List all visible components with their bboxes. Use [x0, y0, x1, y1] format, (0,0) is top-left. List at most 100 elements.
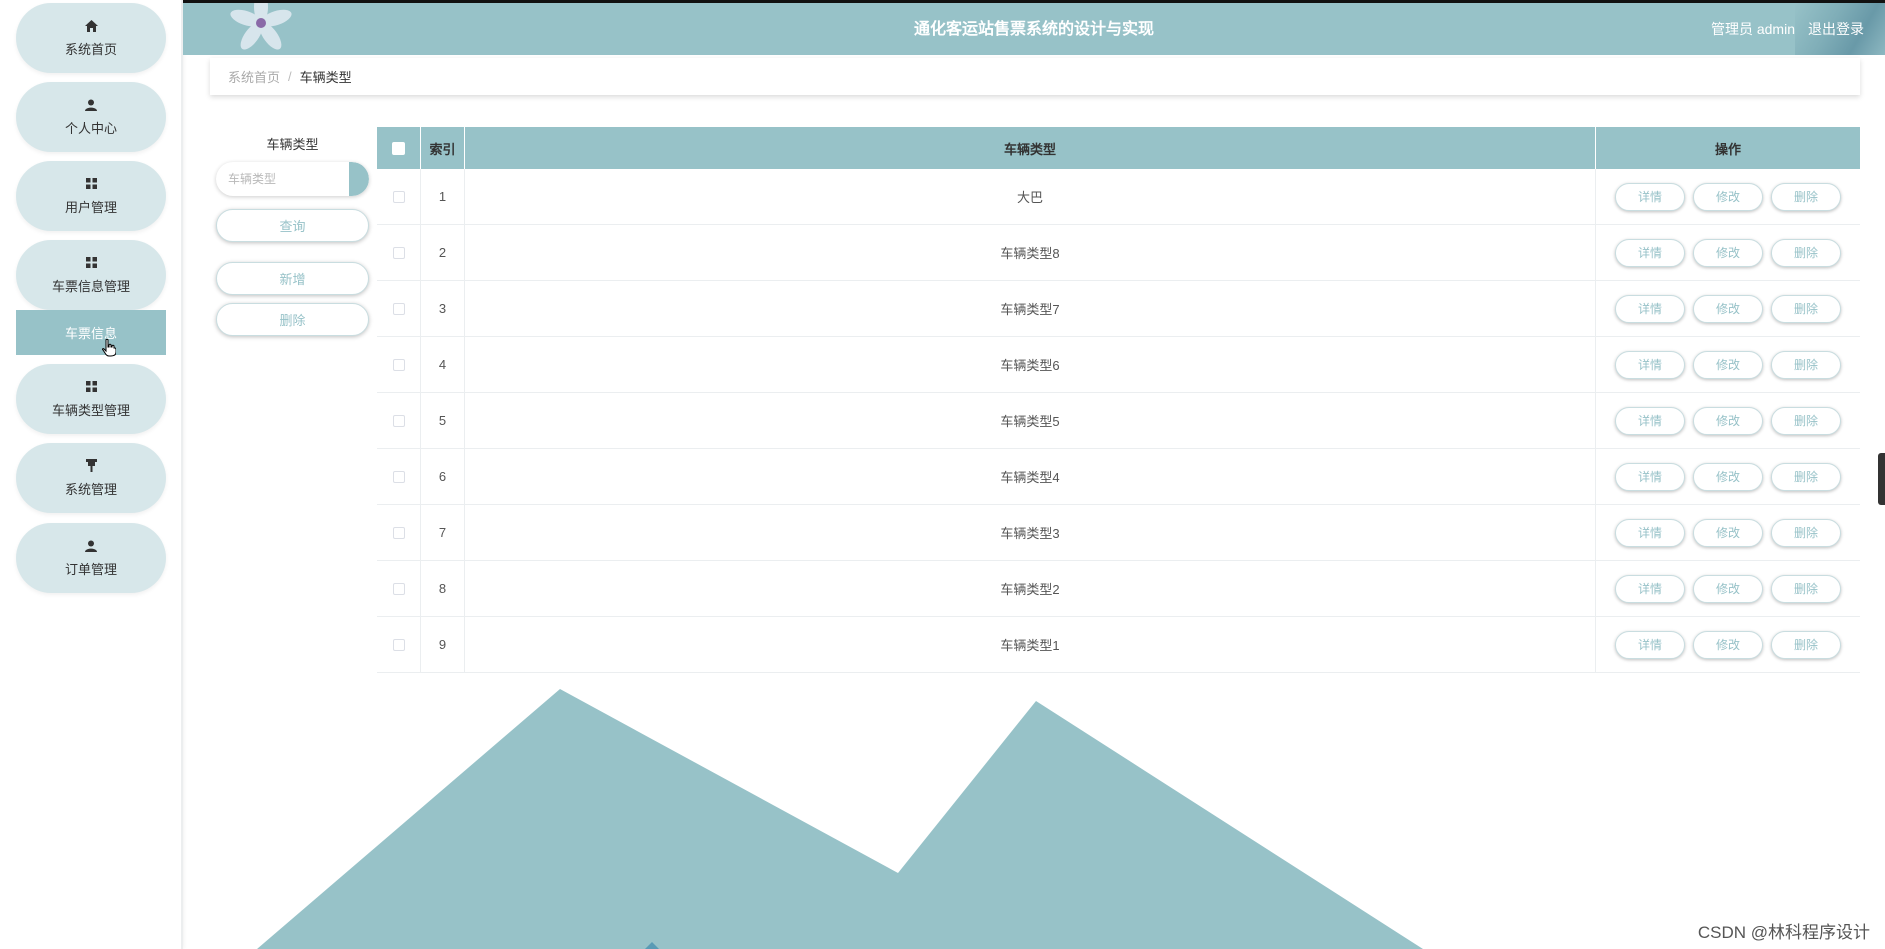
row-operations: 详情 修改 删除 — [1596, 337, 1860, 392]
sidebar-subitem-ticket-info[interactable]: 车票信息 — [16, 310, 166, 357]
row-vehicle-type: 车辆类型3 — [465, 505, 1596, 560]
sidebar-item-system[interactable]: 系统管理 — [16, 443, 166, 513]
row-checkbox[interactable] — [392, 302, 405, 315]
edit-button[interactable]: 修改 — [1693, 630, 1763, 659]
edit-button[interactable]: 修改 — [1693, 462, 1763, 491]
table-row: 3 车辆类型7 详情 修改 删除 — [377, 281, 1860, 337]
delete-button[interactable]: 删除 — [1771, 462, 1841, 491]
edit-button[interactable]: 修改 — [1693, 182, 1763, 211]
row-select-cell — [377, 393, 421, 448]
edit-button[interactable]: 修改 — [1693, 238, 1763, 267]
sidebar-item-vehicle-type-management[interactable]: 车辆类型管理 — [16, 364, 166, 434]
row-select-cell — [377, 449, 421, 504]
detail-button[interactable]: 详情 — [1615, 350, 1685, 379]
search-input[interactable] — [216, 162, 346, 196]
table-row: 2 车辆类型8 详情 修改 删除 — [377, 225, 1860, 281]
header-select-all-cell — [377, 127, 421, 169]
delete-button[interactable]: 删除 — [1771, 182, 1841, 211]
table-row: 6 车辆类型4 详情 修改 删除 — [377, 449, 1860, 505]
delete-button[interactable]: 删除 — [1771, 630, 1841, 659]
table-row: 7 车辆类型3 详情 修改 删除 — [377, 505, 1860, 561]
row-select-cell — [377, 561, 421, 616]
search-label: 车辆类型 — [266, 137, 319, 152]
row-select-cell — [377, 281, 421, 336]
edit-button[interactable]: 修改 — [1693, 518, 1763, 547]
row-index: 7 — [421, 505, 465, 560]
sidebar-item-label: 订单管理 — [64, 561, 117, 577]
row-index: 1 — [421, 169, 465, 224]
search-input-accent — [349, 162, 369, 196]
grid-icon — [84, 380, 98, 394]
delete-button[interactable]: 删除 — [1771, 294, 1841, 323]
edit-button[interactable]: 修改 — [1693, 574, 1763, 603]
row-operations: 详情 修改 删除 — [1596, 169, 1860, 224]
delete-button[interactable]: 删除 — [1771, 406, 1841, 435]
breadcrumb-home[interactable]: 系统首页 — [228, 67, 280, 86]
edit-button[interactable]: 修改 — [1693, 294, 1763, 323]
detail-button[interactable]: 详情 — [1615, 574, 1685, 603]
mountains-decoration — [257, 689, 1423, 949]
delete-button[interactable]: 删除 — [1771, 574, 1841, 603]
row-checkbox[interactable] — [392, 358, 405, 371]
detail-button[interactable]: 详情 — [1615, 462, 1685, 491]
home-icon — [84, 19, 98, 33]
detail-button[interactable]: 详情 — [1615, 294, 1685, 323]
hand-cursor-icon — [102, 339, 116, 357]
breadcrumb: 系统首页 / 车辆类型 — [210, 58, 1860, 95]
delete-button[interactable]: 删除 — [1771, 238, 1841, 267]
delete-button[interactable]: 删除 — [1771, 518, 1841, 547]
breadcrumb-current: 车辆类型 — [299, 70, 352, 85]
batch-delete-button[interactable]: 删除 — [216, 303, 369, 336]
detail-button[interactable]: 详情 — [1615, 238, 1685, 267]
grid-icon — [84, 256, 98, 270]
row-select-cell — [377, 225, 421, 280]
row-vehicle-type: 车辆类型5 — [465, 393, 1596, 448]
row-index: 5 — [421, 393, 465, 448]
user-icon — [84, 539, 98, 553]
edit-button[interactable]: 修改 — [1693, 406, 1763, 435]
row-index: 6 — [421, 449, 465, 504]
select-all-checkbox[interactable] — [392, 141, 405, 155]
page-title: 通化客运站售票系统的设计与实现 — [913, 19, 1154, 38]
sidebar-item-profile[interactable]: 个人中心 — [16, 82, 166, 152]
edit-button[interactable]: 修改 — [1693, 350, 1763, 379]
row-checkbox[interactable] — [392, 414, 405, 427]
breadcrumb-separator: / — [288, 69, 292, 84]
query-button[interactable]: 查询 — [216, 209, 369, 242]
detail-button[interactable]: 详情 — [1615, 630, 1685, 659]
row-checkbox[interactable] — [392, 526, 405, 539]
grid-icon — [84, 177, 98, 191]
row-checkbox[interactable] — [392, 638, 405, 651]
detail-button[interactable]: 详情 — [1615, 182, 1685, 211]
table-header: 索引 车辆类型 操作 — [377, 127, 1860, 169]
row-operations: 详情 修改 删除 — [1596, 561, 1860, 616]
sidebar-item-orders[interactable]: 订单管理 — [16, 523, 166, 593]
row-vehicle-type: 大巴 — [465, 169, 1596, 224]
row-index: 8 — [421, 561, 465, 616]
row-checkbox[interactable] — [392, 246, 405, 259]
sidebar-item-home[interactable]: 系统首页 — [16, 3, 166, 73]
sidebar-item-users[interactable]: 用户管理 — [16, 161, 166, 231]
sidebar-item-ticket-management[interactable]: 车票信息管理 — [16, 240, 166, 310]
row-operations: 详情 修改 删除 — [1596, 393, 1860, 448]
add-button[interactable]: 新增 — [216, 262, 369, 295]
row-checkbox[interactable] — [392, 470, 405, 483]
delete-button[interactable]: 删除 — [1771, 350, 1841, 379]
row-vehicle-type: 车辆类型4 — [465, 449, 1596, 504]
thumbtack-icon — [84, 459, 98, 473]
row-index: 3 — [421, 281, 465, 336]
sidebar-item-label: 个人中心 — [64, 120, 117, 136]
logout-link[interactable]: 退出登录 — [1808, 3, 1864, 55]
side-scroll-tab[interactable] — [1878, 453, 1885, 505]
header-bar: 通化客运站售票系统的设计与实现 管理员 admin 退出登录 — [183, 3, 1885, 55]
row-checkbox[interactable] — [392, 190, 405, 203]
sidebar-item-label: 用户管理 — [64, 199, 117, 215]
row-operations: 详情 修改 删除 — [1596, 225, 1860, 280]
current-user: 管理员 admin — [1710, 21, 1795, 37]
vehicle-type-table: 索引 车辆类型 操作 1 大巴 详情 修改 删除 2 车辆类型8 详情 修改 删除 3 车辆类型7 详情… — [377, 127, 1860, 673]
row-vehicle-type: 车辆类型6 — [465, 337, 1596, 392]
detail-button[interactable]: 详情 — [1615, 518, 1685, 547]
row-checkbox[interactable] — [392, 582, 405, 595]
row-operations: 详情 修改 删除 — [1596, 281, 1860, 336]
detail-button[interactable]: 详情 — [1615, 406, 1685, 435]
